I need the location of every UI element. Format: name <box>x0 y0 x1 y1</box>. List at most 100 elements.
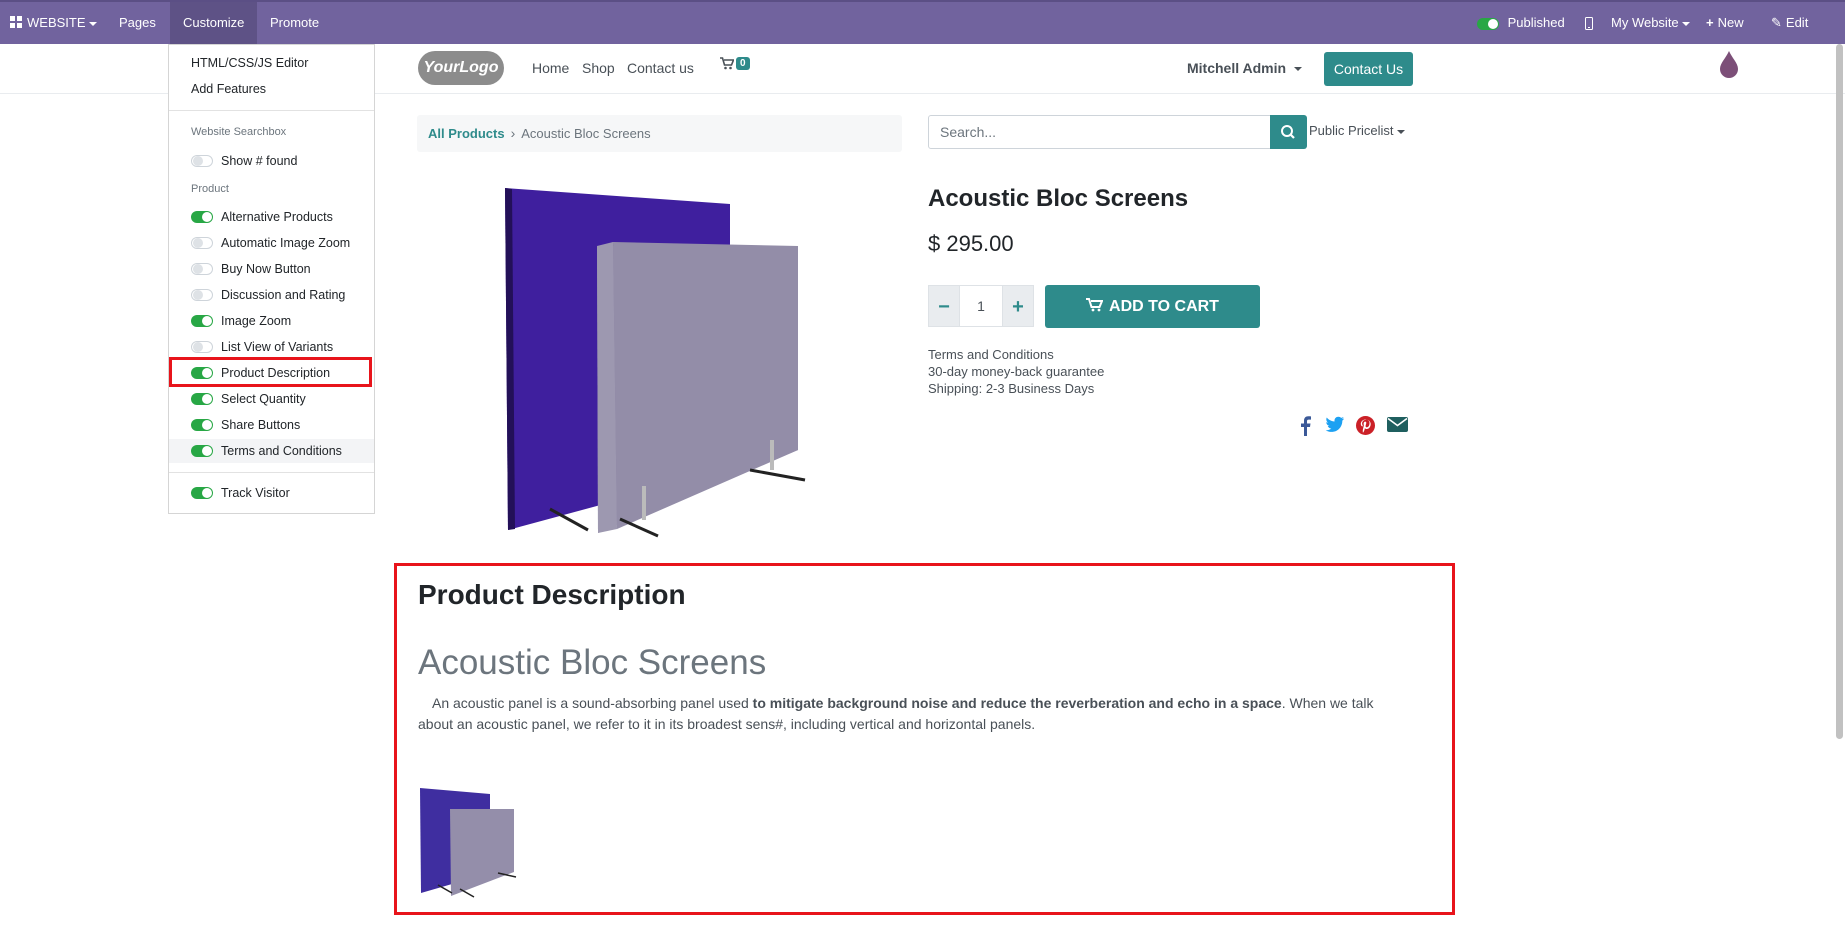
breadcrumb: All Products › Acoustic Bloc Screens <box>417 115 902 152</box>
toggle-label: Share Buttons <box>221 418 301 432</box>
nav-home[interactable]: Home <box>532 60 569 76</box>
published-toggle[interactable]: Published <box>1477 2 1565 44</box>
toggle-automatic-image-zoom[interactable]: Automatic Image Zoom <box>191 231 374 255</box>
cart-count-badge: 0 <box>736 57 750 70</box>
toggle-label: Buy Now Button <box>221 262 311 276</box>
quantity-increase-button[interactable]: + <box>1002 285 1034 327</box>
user-menu[interactable]: Mitchell Admin <box>1187 60 1303 76</box>
product-description-heading: Product Description <box>418 579 686 610</box>
website-topbar: WEBSITE Pages Customize Promote Publishe… <box>0 0 1845 44</box>
envelope-icon[interactable] <box>1387 416 1408 438</box>
toggle-image-zoom[interactable]: Image Zoom <box>191 309 374 333</box>
customize-dropdown: HTML/CSS/JS Editor Add Features Website … <box>168 44 375 514</box>
product-price: $ 295.00 <box>928 231 1014 256</box>
toggle-switch[interactable] <box>191 263 213 275</box>
toggle-alternative-products[interactable]: Alternative Products <box>191 205 374 229</box>
add-features-item[interactable]: Add Features <box>191 78 266 100</box>
toggle-label: Automatic Image Zoom <box>221 236 351 250</box>
toggle-show-found[interactable]: Show # found <box>191 149 374 173</box>
quantity-input[interactable]: 1 <box>960 285 1002 327</box>
mobile-preview-icon[interactable] <box>1585 2 1593 44</box>
my-website-label: My Website <box>1611 15 1679 30</box>
toggle-label: Track Visitor <box>221 486 290 500</box>
toggle-label: Discussion and Rating <box>221 288 346 302</box>
search-icon <box>1281 125 1295 139</box>
toggle-switch[interactable] <box>191 487 213 499</box>
toggle-label: Terms and Conditions <box>221 444 342 458</box>
toggle-product-description[interactable]: Product Description <box>191 361 374 385</box>
caret-down-icon <box>88 21 97 26</box>
toggle-label: List View of Variants <box>221 340 334 354</box>
contact-us-button[interactable]: Contact Us <box>1324 52 1413 86</box>
toggle-switch[interactable] <box>191 367 213 379</box>
toggle-label: Product Description <box>221 366 331 380</box>
toggle-switch[interactable] <box>191 341 213 353</box>
published-label: Published <box>1507 15 1565 30</box>
new-label: New <box>1717 15 1744 30</box>
cart-link[interactable] <box>720 57 735 73</box>
chevron-right-icon: › <box>510 125 516 141</box>
description-paragraph: An acoustic panel is a sound-absorbing p… <box>418 693 1403 735</box>
caret-down-icon <box>1396 129 1405 134</box>
toggle-switch[interactable] <box>1477 17 1499 30</box>
toggle-switch[interactable] <box>191 237 213 249</box>
quantity-decrease-button[interactable]: − <box>928 285 960 327</box>
breadcrumb-all-products[interactable]: All Products <box>428 126 505 141</box>
breadcrumb-current: Acoustic Bloc Screens <box>521 126 651 141</box>
search-button[interactable] <box>1270 115 1307 149</box>
apps-grid-icon <box>10 3 22 45</box>
toggle-discussion-and-rating[interactable]: Discussion and Rating <box>191 283 374 307</box>
section-product: Product <box>191 183 229 195</box>
search-input[interactable]: Search... <box>928 115 1271 149</box>
toggle-terms-and-conditions[interactable]: Terms and Conditions <box>169 439 374 463</box>
toggle-track-visitor[interactable]: Track Visitor <box>191 481 374 505</box>
toggle-label: Alternative Products <box>221 210 333 224</box>
toggle-switch[interactable] <box>191 289 213 301</box>
promote-menu[interactable]: Promote <box>256 2 333 44</box>
terms-link[interactable]: Terms and Conditions <box>928 346 1104 363</box>
product-image[interactable] <box>490 178 820 548</box>
site-logo[interactable]: YourLogo <box>418 51 504 85</box>
edit-label: Edit <box>1785 15 1809 30</box>
nav-contact-us[interactable]: Contact us <box>627 60 694 76</box>
html-css-js-editor-item[interactable]: HTML/CSS/JS Editor <box>191 52 308 74</box>
pinterest-icon[interactable] <box>1356 416 1375 440</box>
website-menu-button[interactable]: WEBSITE <box>10 2 97 44</box>
toggle-buy-now-button[interactable]: Buy Now Button <box>191 257 374 281</box>
pricelist-dropdown[interactable]: Public Pricelist <box>1309 123 1405 138</box>
toggle-list-view-of-variants[interactable]: List View of Variants <box>191 335 374 359</box>
caret-down-icon <box>1681 21 1690 26</box>
description-title: Acoustic Bloc Screens <box>418 643 767 682</box>
description-text: An acoustic panel is a sound-absorbing p… <box>432 695 753 711</box>
add-to-cart-button[interactable]: ADD TO CART <box>1045 285 1260 328</box>
cart-icon <box>720 57 735 70</box>
new-button[interactable]: + New <box>1706 2 1744 44</box>
plus-icon: + <box>1706 15 1714 30</box>
page-scrollbar[interactable] <box>1836 44 1843 739</box>
toggle-label: Select Quantity <box>221 392 306 406</box>
facebook-icon[interactable] <box>1300 416 1311 441</box>
nav-shop[interactable]: Shop <box>582 60 615 76</box>
caret-down-icon <box>1294 67 1303 72</box>
product-title: Acoustic Bloc Screens <box>928 185 1189 212</box>
toggle-switch[interactable] <box>191 155 213 167</box>
website-menu-label: WEBSITE <box>27 15 86 30</box>
shipping-text: Shipping: 2-3 Business Days <box>928 381 1095 396</box>
highlight-box <box>394 563 1455 915</box>
terms-block: Terms and Conditions 30-day money-back g… <box>928 346 1104 397</box>
toggle-switch[interactable] <box>191 445 213 457</box>
toggle-switch[interactable] <box>191 211 213 223</box>
toggle-select-quantity[interactable]: Select Quantity <box>191 387 374 411</box>
edit-button[interactable]: ✎ Edit <box>1771 2 1808 44</box>
toggle-label: Show # found <box>221 154 298 168</box>
customize-menu[interactable]: Customize <box>170 2 258 44</box>
pages-menu[interactable]: Pages <box>104 2 171 44</box>
toggle-switch[interactable] <box>191 315 213 327</box>
toggle-switch[interactable] <box>191 419 213 431</box>
toggle-switch[interactable] <box>191 393 213 405</box>
theme-drop-icon[interactable] <box>1719 50 1739 83</box>
my-website-menu[interactable]: My Website <box>1611 2 1690 44</box>
toggle-share-buttons[interactable]: Share Buttons <box>191 413 374 437</box>
pricelist-label: Public Pricelist <box>1309 123 1394 138</box>
twitter-icon[interactable] <box>1325 416 1345 439</box>
